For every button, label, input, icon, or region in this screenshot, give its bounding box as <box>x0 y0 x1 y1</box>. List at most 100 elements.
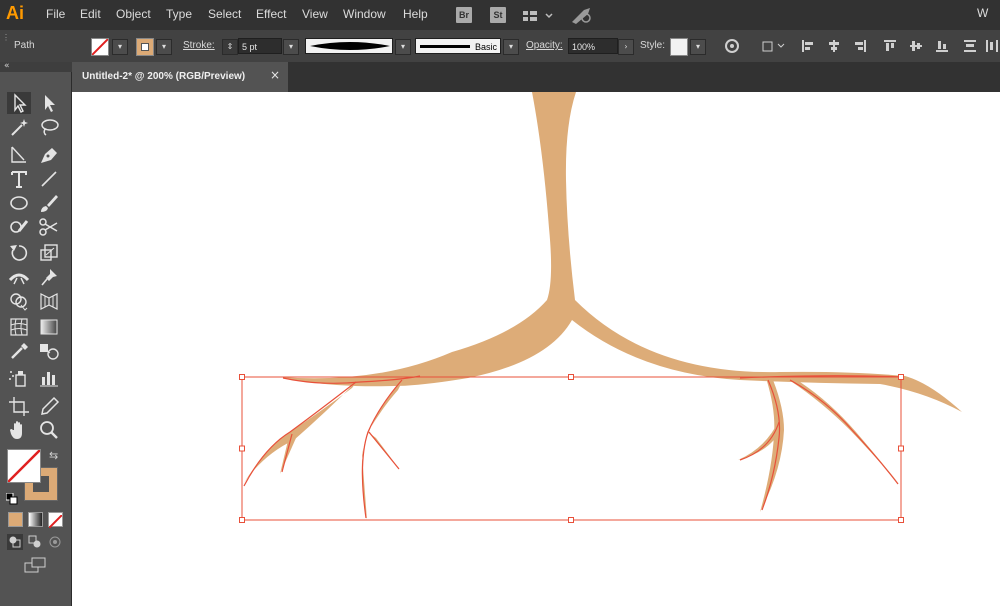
variable-width-profile[interactable] <box>305 38 393 54</box>
fill-color-box[interactable] <box>7 449 41 483</box>
symbol-sprayer-tool[interactable] <box>7 367 31 389</box>
mesh-tool[interactable] <box>7 316 31 338</box>
stroke-weight-stepper[interactable]: ⇕ <box>222 39 238 55</box>
tree-roots-artwork[interactable] <box>72 92 1000 606</box>
draw-behind-button[interactable] <box>27 534 43 554</box>
slice-tool[interactable] <box>37 395 61 417</box>
pen-tool[interactable] <box>37 144 61 166</box>
bbox-handle-bottom-left[interactable] <box>239 517 245 523</box>
bbox-handle-middle-left[interactable] <box>239 445 245 452</box>
scale-tool[interactable] <box>37 242 61 264</box>
line-tool[interactable] <box>37 168 61 190</box>
brush-dropdown[interactable]: ▾ <box>503 39 519 55</box>
graphic-style-swatch[interactable] <box>670 38 688 56</box>
brush-definition[interactable]: Basic <box>415 38 501 54</box>
opacity-field[interactable]: 100% <box>568 38 618 54</box>
root-branch-left-1[interactable] <box>242 380 358 486</box>
none-mode-button[interactable] <box>48 512 63 529</box>
menu-file[interactable]: File <box>46 7 65 21</box>
width-tool[interactable] <box>7 266 31 288</box>
align-top-button[interactable] <box>882 38 898 54</box>
menu-edit[interactable]: Edit <box>80 7 101 21</box>
blend-tool[interactable] <box>37 340 61 362</box>
bbox-handle-middle-right[interactable] <box>898 445 904 452</box>
default-fill-stroke-button[interactable] <box>5 490 18 509</box>
recolor-artwork-button[interactable] <box>724 38 740 54</box>
menu-window[interactable]: Window <box>343 7 386 21</box>
selection-bounding-box[interactable] <box>239 374 904 523</box>
paintbrush-tool[interactable] <box>37 192 61 214</box>
draw-normal-button[interactable] <box>7 534 23 550</box>
document-tab[interactable]: Untitled-2* @ 200% (RGB/Preview) × <box>72 62 288 92</box>
width-tool-icon <box>8 273 30 285</box>
artboard-canvas[interactable] <box>72 92 1000 606</box>
stroke-dropdown[interactable]: ▾ <box>156 39 172 55</box>
width-profile-dropdown[interactable]: ▾ <box>395 39 411 55</box>
ellipse-tool[interactable] <box>7 192 31 214</box>
artboard-tool[interactable] <box>7 395 31 417</box>
bbox-handle-top-center[interactable] <box>568 374 574 380</box>
puppet-warp-tool[interactable] <box>37 266 61 288</box>
menu-help[interactable]: Help <box>403 7 428 21</box>
scissors-tool[interactable] <box>37 216 61 238</box>
eyedropper-tool[interactable] <box>7 340 31 362</box>
eyedropper-icon <box>11 343 28 359</box>
gradient-tool[interactable] <box>37 316 61 338</box>
align-bottom-button[interactable] <box>934 38 950 54</box>
app-logo: Ai <box>6 3 24 23</box>
align-left-button[interactable] <box>800 38 816 54</box>
distribute-horizontal-button[interactable] <box>984 38 1000 54</box>
shaper-tool[interactable] <box>7 216 31 238</box>
tree-trunk[interactable] <box>280 92 962 412</box>
menu-object[interactable]: Object <box>116 7 151 21</box>
type-t-icon <box>11 171 27 188</box>
fill-dropdown[interactable]: ▾ <box>112 39 128 55</box>
swap-fill-stroke-icon[interactable]: ⇆ <box>49 449 58 462</box>
collapse-panel-icon[interactable]: « <box>4 61 10 71</box>
zoom-tool[interactable] <box>37 419 61 441</box>
stroke-weight-field[interactable]: 5 pt <box>238 38 282 54</box>
stroke-swatch[interactable] <box>136 38 154 56</box>
stroke-weight-dropdown[interactable]: ▾ <box>283 39 299 55</box>
workspace-layout-button[interactable] <box>522 8 556 27</box>
lasso-tool[interactable] <box>37 116 61 138</box>
gpu-performance-button[interactable] <box>570 6 594 28</box>
root-branch-right-3[interactable] <box>786 378 900 485</box>
align-middle-button[interactable] <box>908 38 924 54</box>
draw-inside-button[interactable] <box>47 534 63 554</box>
align-center-button[interactable] <box>826 38 842 54</box>
gradient-icon <box>40 319 58 335</box>
align-to-button[interactable] <box>760 38 786 54</box>
bbox-handle-top-left[interactable] <box>239 374 245 380</box>
align-right-button[interactable] <box>852 38 868 54</box>
menu-type[interactable]: Type <box>166 7 192 21</box>
direct-selection-tool[interactable] <box>37 92 61 114</box>
bbox-handle-bottom-center[interactable] <box>568 517 574 523</box>
fill-swatch[interactable] <box>91 38 109 56</box>
bbox-handle-bottom-right[interactable] <box>898 517 904 523</box>
stroke-label[interactable]: Stroke: <box>183 40 215 51</box>
stock-button[interactable]: St <box>490 7 506 23</box>
line-segment-tool[interactable] <box>7 144 31 166</box>
menu-select[interactable]: Select <box>208 7 241 21</box>
type-tool[interactable] <box>7 168 31 190</box>
bridge-button[interactable]: Br <box>456 7 472 23</box>
shape-builder-tool[interactable] <box>7 290 31 312</box>
close-tab-button[interactable]: × <box>270 68 280 82</box>
distribute-vertical-button[interactable] <box>962 38 978 54</box>
gradient-mode-button[interactable] <box>28 512 43 527</box>
selection-tool[interactable] <box>7 92 31 114</box>
bbox-handle-top-right[interactable] <box>898 374 904 380</box>
column-graph-tool[interactable] <box>37 367 61 389</box>
rotate-tool[interactable] <box>7 242 31 264</box>
perspective-grid-tool[interactable] <box>37 290 61 312</box>
hand-tool[interactable] <box>7 419 31 441</box>
opacity-label[interactable]: Opacity: <box>526 40 563 51</box>
magic-wand-tool[interactable] <box>7 116 31 138</box>
color-mode-button[interactable] <box>8 512 23 527</box>
change-screen-mode-button[interactable] <box>24 557 48 577</box>
menu-view[interactable]: View <box>302 7 328 21</box>
menu-effect[interactable]: Effect <box>256 7 286 21</box>
graphic-style-dropdown[interactable]: ▾ <box>690 39 706 55</box>
opacity-expand-button[interactable]: › <box>618 39 634 55</box>
